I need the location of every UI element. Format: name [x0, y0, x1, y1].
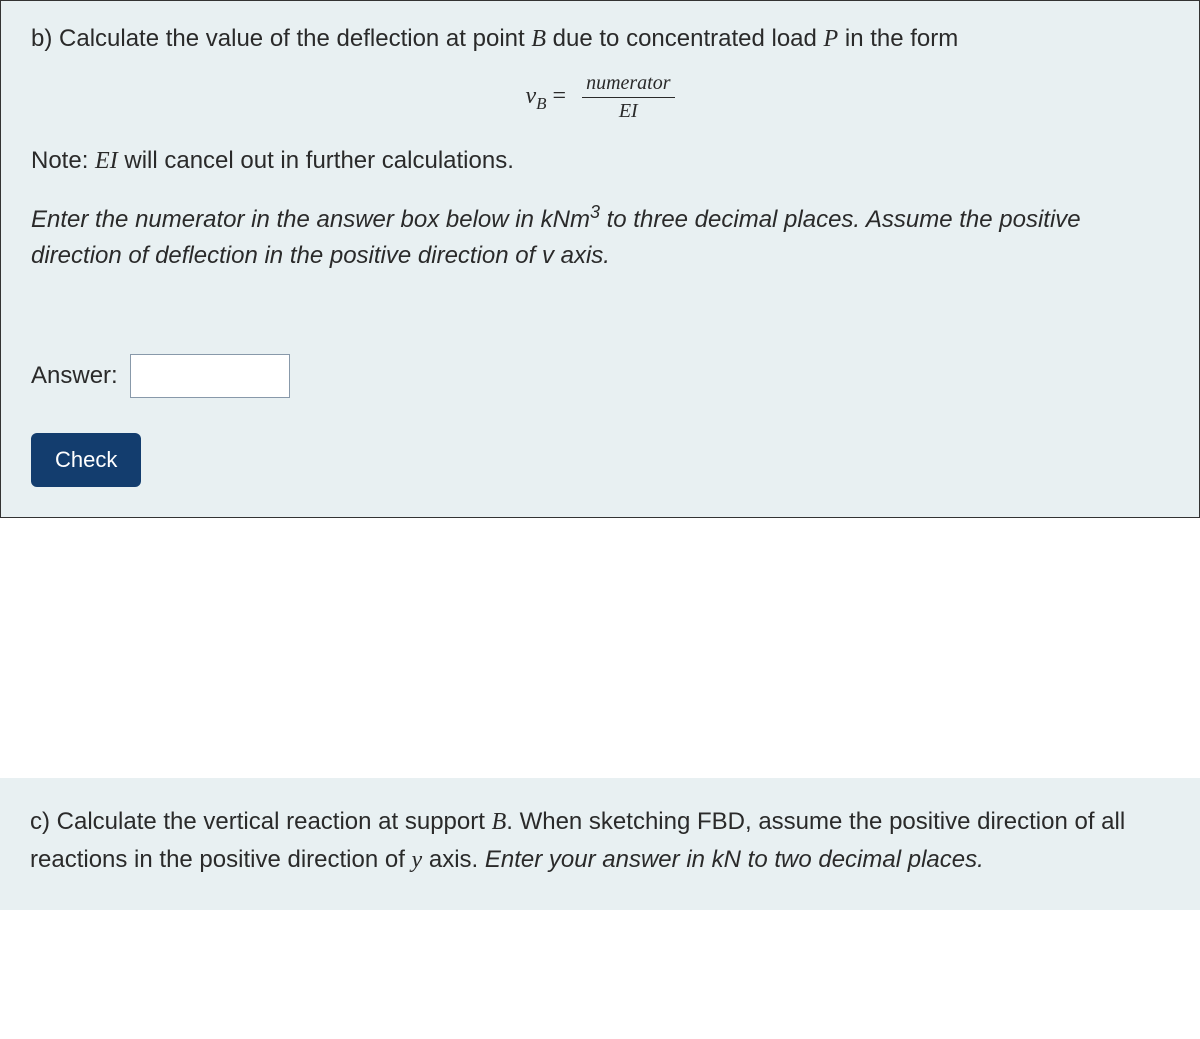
- c-text-prefix: Calculate the vertical reaction at suppo…: [50, 808, 492, 835]
- eq-fraction: numerator EI: [582, 72, 674, 123]
- c-italic-text: Enter your answer in kN to two decimal p…: [485, 846, 984, 873]
- note-prefix: Note:: [31, 147, 95, 174]
- question-b-prefix: Calculate the value of the deflection at…: [59, 25, 531, 52]
- gap-section: [0, 518, 1200, 778]
- part-c-label: c): [30, 808, 50, 835]
- eq-lhs-sub: B: [536, 94, 546, 113]
- eq-denominator: EI: [582, 98, 674, 123]
- question-b-mid: due to concentrated load: [546, 25, 824, 52]
- eq-lhs-var: v: [525, 83, 536, 109]
- question-b-suffix: in the form: [838, 25, 958, 52]
- question-b-text: b) Calculate the value of the deflection…: [31, 21, 1169, 57]
- eq-numerator: numerator: [582, 72, 674, 98]
- point-b-name: B: [531, 26, 546, 52]
- section-b: b) Calculate the value of the deflection…: [0, 0, 1200, 518]
- answer-row: Answer:: [31, 354, 1169, 398]
- check-button[interactable]: Check: [31, 433, 141, 487]
- instruction-prefix: Enter the numerator in the answer box be…: [31, 206, 590, 233]
- equation: vB = numerator EI: [31, 72, 1169, 123]
- eq-equals: =: [553, 83, 573, 109]
- question-c-text: c) Calculate the vertical reaction at su…: [30, 803, 1170, 880]
- instruction-exp: 3: [590, 202, 600, 222]
- axis-name: y: [412, 847, 423, 873]
- note-var: EI: [95, 148, 118, 174]
- note-text: Note: EI will cancel out in further calc…: [31, 143, 1169, 179]
- support-name: B: [492, 809, 507, 835]
- note-suffix: will cancel out in further calculations.: [118, 147, 514, 174]
- load-name: P: [824, 26, 839, 52]
- instruction-text: Enter the numerator in the answer box be…: [31, 199, 1169, 274]
- c-text-mid2: axis.: [422, 846, 485, 873]
- answer-input[interactable]: [130, 354, 290, 398]
- section-c: c) Calculate the vertical reaction at su…: [0, 778, 1200, 910]
- answer-label: Answer:: [31, 362, 118, 390]
- part-b-label: b): [31, 25, 52, 52]
